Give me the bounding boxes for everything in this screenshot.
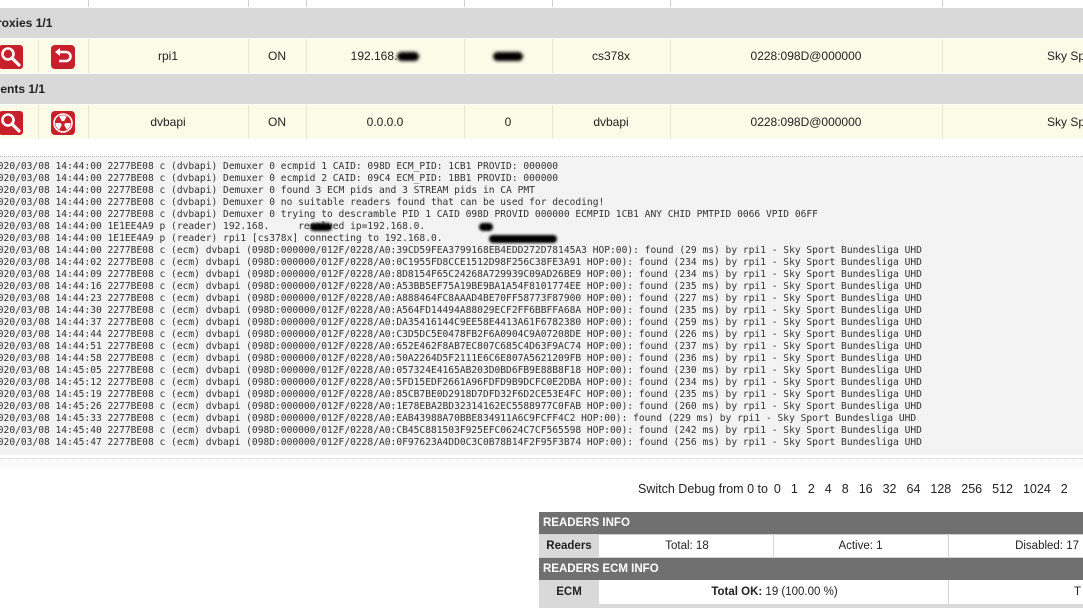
log-line: 2020/03/08 14:44:00 2277BE08 c (dvbapi) …	[0, 209, 818, 220]
debug-label: Switch Debug from 0 to	[638, 482, 768, 496]
proxy-name: rpi1	[88, 39, 249, 73]
ecm-next-col: T	[1073, 586, 1081, 598]
debug-level-1024[interactable]: 1024	[1023, 482, 1051, 496]
proxy-restart-cell	[38, 39, 89, 73]
readers-active: Active: 1	[773, 534, 949, 558]
proxies-count-label: roxies 1/1	[0, 16, 53, 30]
client-name: dvbapi	[88, 105, 249, 139]
restart-icon[interactable]	[51, 44, 75, 69]
proxy-port-cell	[464, 39, 553, 73]
debug-level-8[interactable]: 8	[842, 482, 849, 496]
readers-label: Readers	[539, 534, 601, 558]
client-port: 0	[464, 105, 553, 139]
log-line: 2020/03/08 14:44:00 2277BE08 c (dvbapi) …	[0, 197, 605, 208]
redacted-mask	[397, 52, 420, 62]
proxy-ip-cell: 192.168.	[306, 39, 465, 73]
log-line: 2020/03/08 14:44:00 2277BE08 c (dvbapi) …	[0, 173, 559, 184]
log-line: 2020/03/08 14:44:23 2277BE08 c (ecm) dvb…	[0, 293, 922, 304]
debug-level-128[interactable]: 128	[930, 482, 951, 496]
clients-section-header: ients 1/1	[0, 74, 1083, 104]
log-line: 2020/03/08 14:44:02 2277BE08 c (ecm) dvb…	[0, 257, 922, 268]
ecm-info-title: READERS ECM INFO	[539, 558, 1083, 580]
ecm-total-ok: Total OK: 19 (100.00 %)	[601, 580, 949, 604]
redacted-mask	[310, 223, 332, 231]
bottom-divider	[539, 604, 1083, 608]
client-protocol: dvbapi	[552, 105, 671, 139]
debug-level-16[interactable]: 16	[859, 482, 873, 496]
log-line: 2020/03/08 14:44:16 2277BE08 c (ecm) dvb…	[0, 281, 922, 292]
log-line: 2020/03/08 14:45:05 2277BE08 c (ecm) dvb…	[0, 365, 922, 376]
client-kill-cell	[38, 105, 89, 139]
log-line: 2020/03/08 14:44:00 2277BE08 c (ecm) dvb…	[0, 245, 922, 256]
log-line: 2020/03/08 14:44:51 2277BE08 c (ecm) dvb…	[0, 341, 922, 352]
debug-level-2[interactable]: 2	[808, 482, 815, 496]
search-icon[interactable]	[0, 44, 31, 69]
ecm-info-row: ECM Total OK: 19 (100.00 %) T	[539, 580, 1083, 604]
log-line: 2020/03/08 14:44:30 2277BE08 c (ecm) dvb…	[0, 305, 922, 316]
debug-switch: Switch Debug from 0 to 0 1 2 4 8 16 32 64 128 256 5…	[638, 480, 1068, 498]
debug-level-32[interactable]: 32	[883, 482, 897, 496]
log-divider	[0, 458, 1083, 469]
debug-level-2[interactable]: 2	[1061, 482, 1068, 496]
proxies-section-header: roxies 1/1	[0, 8, 1083, 38]
log-line: 2020/03/08 14:44:00 2277BE08 c (dvbapi) …	[0, 161, 559, 172]
readers-disabled: Disabled: 17	[1015, 540, 1079, 552]
redacted-mask	[493, 52, 523, 62]
client-row-dvbapi: dvbapi ON 0.0.0.0 0 dvbapi 0228:098D@000…	[0, 105, 1083, 139]
proxy-channel: Sky Spo	[1047, 49, 1083, 63]
log-line: 2020/03/08 14:45:26 2277BE08 c (ecm) dvb…	[0, 401, 922, 412]
debug-level-64[interactable]: 64	[907, 482, 921, 496]
client-search-cell	[0, 105, 39, 139]
table-header-strip	[0, 0, 1083, 7]
log-line: 2020/03/08 14:45:33 2277BE08 c (ecm) dvb…	[0, 413, 917, 424]
readers-info-row: Readers Total: 18 Active: 1 Disabled: 17	[539, 534, 1083, 558]
search-icon[interactable]	[0, 110, 31, 135]
log-line: 2020/03/08 14:44:00 2277BE08 c (dvbapi) …	[0, 185, 535, 196]
log-line: 2020/03/08 14:45:12 2277BE08 c (ecm) dvb…	[0, 377, 922, 388]
log-line: 2020/03/08 14:44:44 2277BE08 c (ecm) dvb…	[0, 329, 922, 340]
proxy-status: ON	[248, 39, 307, 73]
redacted-mask	[489, 235, 557, 243]
log-line: 2020/03/08 14:44:58 2277BE08 c (ecm) dvb…	[0, 353, 922, 364]
debug-level-4[interactable]: 4	[825, 482, 832, 496]
proxy-protocol: cs378x	[552, 39, 671, 73]
log-lines: 2020/03/08 14:44:00 2277BE08 c (dvbapi) …	[0, 161, 922, 449]
log-line: 2020/03/08 14:45:40 2277BE08 c (ecm) dvb…	[0, 425, 922, 436]
log-line: 2020/03/08 14:44:00 1E1EE4A9 p (reader) …	[0, 233, 922, 245]
debug-level-256[interactable]: 256	[961, 482, 982, 496]
live-log-panel[interactable]: 2020/03/08 14:44:00 2277BE08 c (dvbapi) …	[0, 156, 1083, 455]
log-line: 2020/03/08 14:44:00 1E1EE4A9 p (reader) …	[0, 221, 922, 233]
proxy-ip: 192.168.	[350, 49, 398, 63]
log-line: 2020/03/08 14:44:37 2277BE08 c (ecm) dvb…	[0, 317, 922, 328]
debug-level-0[interactable]: 0	[774, 482, 781, 496]
ecm-label: ECM	[539, 580, 601, 604]
log-line: 2020/03/08 14:45:47 2277BE08 c (ecm) dvb…	[0, 437, 922, 448]
proxy-row-rpi1: rpi1 ON 192.168. cs378x 0228:098D@000000…	[0, 39, 1083, 73]
debug-level-512[interactable]: 512	[992, 482, 1013, 496]
log-line: 2020/03/08 14:45:19 2277BE08 c (ecm) dvb…	[0, 389, 922, 400]
client-ip: 0.0.0.0	[306, 105, 465, 139]
client-channel: Sky Spo	[1047, 115, 1083, 129]
debug-level-1[interactable]: 1	[791, 482, 798, 496]
readers-total: Total: 18	[601, 534, 774, 558]
clients-count-label: ients 1/1	[0, 82, 46, 96]
readers-info-title: READERS INFO	[539, 512, 1083, 534]
client-caid: 0228:098D@000000	[670, 105, 943, 139]
proxy-search-cell	[0, 39, 39, 73]
proxy-caid: 0228:098D@000000	[670, 39, 943, 73]
radiation-icon[interactable]	[51, 110, 75, 135]
log-line: 2020/03/08 14:44:09 2277BE08 c (ecm) dvb…	[0, 269, 922, 280]
redacted-mask	[479, 223, 493, 231]
client-status: ON	[248, 105, 307, 139]
